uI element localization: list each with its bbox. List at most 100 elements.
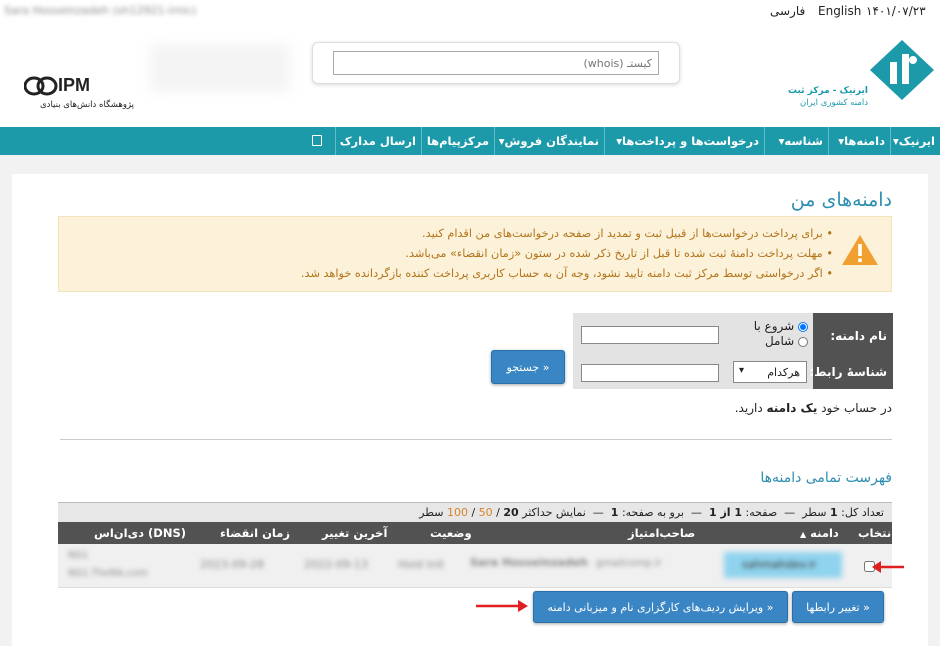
pager-size-label: نمایش حداکثر: [522, 506, 586, 519]
pager-goto-label: برو به صفحه:: [621, 506, 684, 519]
starts-with-radio[interactable]: [798, 321, 808, 332]
irnic-logo-icon: [870, 40, 934, 100]
top-bar: Sara Hosseinzadeh (sh12921-irnic) فارسی …: [0, 0, 940, 24]
ipm-mark-icon: [24, 76, 58, 96]
account-summary: در حساب خود یک دامنه دارید.: [500, 401, 892, 415]
irnic-title: ایرنیک - مرکز ثبت: [787, 86, 868, 96]
ipm-logo-text: IPM: [58, 75, 91, 95]
contains-label: شامل: [764, 334, 795, 348]
row-status: Hold Init: [398, 558, 445, 571]
arrow-left-icon: [872, 561, 904, 573]
col-domain[interactable]: ▲ دامنه: [800, 526, 839, 540]
col-status: وضعیت: [430, 526, 472, 540]
ipm-caption: پژوهشگاه دانش‌های بنیادی: [40, 100, 134, 110]
notice-text: مهلت پرداخت دامنهٔ ثبت شده تا قبل از تار…: [405, 247, 823, 260]
row-expire: 2023-09-28: [200, 558, 264, 571]
row-last-change: 2022-09-13: [304, 558, 368, 571]
pager-total: 1: [829, 506, 838, 519]
cart-icon[interactable]: [312, 135, 322, 146]
warning-icon: [842, 235, 878, 265]
notice-item: • برای پرداخت درخواست‌ها از قبیل ثبت و ت…: [422, 227, 833, 240]
header: IPM پژوهشگاه دانش‌های بنیادی ایرنیک - مر…: [0, 24, 940, 127]
lang-fa-link[interactable]: فارسی: [770, 4, 805, 18]
contact-type-value: هرکدام: [767, 366, 800, 379]
nav-label: مرکزپیام‌ها: [426, 134, 489, 148]
col-holder: صاحب‌امتیاز: [628, 526, 696, 540]
col-expire: زمان انقضاء: [220, 526, 290, 540]
notice-text: اگر درخواستی توسط مرکز ثبت دامنه تایید ن…: [300, 267, 823, 280]
nav-label: دامنه‌ها: [844, 134, 885, 148]
col-select: انتخاب: [858, 526, 896, 540]
contains-option[interactable]: شامل: [730, 334, 808, 349]
nav-contact-id[interactable]: شناسه▾: [764, 127, 828, 155]
starts-with-option[interactable]: شروع با: [730, 319, 808, 334]
irnic-subtitle: دامنه کشوری ایران: [799, 98, 868, 108]
nav-label: شناسه: [784, 134, 823, 148]
starts-with-label: شروع با: [753, 319, 795, 333]
main-nav: ایرنیک▾ دامنه‌ها▾ شناسه▾ درخواست‌ها و پر…: [0, 127, 940, 155]
account-summary-count: یک دامنه: [766, 401, 818, 415]
notice-item: • اگر درخواستی توسط مرکز ثبت دامنه تایید…: [300, 267, 833, 280]
contains-radio[interactable]: [798, 336, 808, 347]
chevron-down-icon: ▾: [739, 365, 745, 376]
domain-list-title: فهرست تمامی دامنه‌ها: [760, 470, 892, 486]
contact-id-input[interactable]: [581, 364, 719, 382]
notice-box: • برای پرداخت درخواست‌ها از قبیل ثبت و ت…: [58, 216, 892, 292]
divider: [60, 439, 892, 440]
domain-name-input[interactable]: [581, 326, 719, 344]
page-title: دامنه‌های من: [790, 189, 892, 211]
user-info: Sara Hosseinzadeh (sh12921-irnic): [4, 4, 197, 17]
row-dns-2: NS1.TheRA.com: [68, 568, 148, 579]
domain-name-label: نام دامنه:: [830, 329, 887, 343]
pager-page: 1 از 1: [708, 506, 743, 519]
nav-label: درخواست‌ها و پرداخت‌ها: [622, 134, 759, 148]
account-summary-prefix: در حساب خود: [821, 401, 892, 415]
lang-en-link[interactable]: English: [818, 4, 861, 18]
contact-type-select[interactable]: هرکدام ▾: [733, 361, 807, 383]
nav-domains[interactable]: دامنه‌ها▾: [828, 127, 890, 155]
col-last-change: آخرین تغییر: [322, 526, 388, 540]
notice-item: • مهلت پرداخت دامنهٔ ثبت شده تا قبل از ت…: [405, 247, 833, 260]
row-dns-1: NS1: [68, 550, 89, 561]
change-contacts-button[interactable]: تغییر رابطها »: [792, 591, 884, 623]
notice-text: برای پرداخت درخواست‌ها از قبیل ثبت و تمد…: [422, 227, 823, 240]
arrow-right-icon: [476, 600, 528, 612]
row-holder-sub: gmailcomp.ir: [596, 558, 662, 569]
pager-size-50[interactable]: 50: [479, 506, 493, 519]
whois-search-input[interactable]: [333, 51, 659, 75]
nav-requests-payments[interactable]: درخواست‌ها و پرداخت‌ها▾: [604, 127, 764, 155]
row-holder: Sara Hosseinzadeh: [470, 556, 588, 569]
col-dns: دی‌ان‌اس (DNS): [94, 526, 186, 540]
nav-resellers[interactable]: نمایندگان فروش▾: [494, 127, 604, 155]
pager-size-20[interactable]: 20: [503, 506, 518, 519]
date-text: ۱۴۰۱/۰۷/۲۳: [866, 4, 926, 18]
pager-goto-input[interactable]: 1: [611, 506, 619, 519]
search-labels: نام دامنه: شناسهٔ رابط:: [809, 313, 893, 389]
search-box: [312, 42, 680, 84]
match-options: شروع با شامل: [730, 319, 808, 349]
nav-send-documents[interactable]: ارسال مدارک: [335, 127, 421, 155]
irnic-logo[interactable]: ایرنیک - مرکز ثبت دامنه کشوری ایران: [787, 38, 936, 118]
nav-message-center[interactable]: مرکزپیام‌ها: [421, 127, 494, 155]
sort-arrow-icon: ▲: [800, 530, 807, 539]
nav-irnic[interactable]: ایرنیک▾: [890, 127, 940, 155]
edit-nameserver-rows-button[interactable]: ویرایش ردیف‌های کارگزاری نام و میزبانی د…: [533, 591, 788, 623]
table-row[interactable]: sahmahdev.ir Sara Hosseinzadeh gmailcomp…: [58, 544, 892, 588]
pager-page-label: صفحه:: [745, 506, 778, 519]
contact-id-label: شناسهٔ رابط:: [809, 365, 887, 379]
search-button[interactable]: جستجو »: [491, 350, 565, 384]
notice-list: • برای پرداخت درخواست‌ها از قبیل ثبت و ت…: [113, 224, 833, 284]
account-summary-suffix: دارید.: [734, 401, 763, 415]
pager-bar: تعداد کل: 1 سطر — صفحه: 1 از 1 — برو به …: [58, 502, 892, 522]
pager-size-100[interactable]: 100: [447, 506, 468, 519]
ipm-logo[interactable]: IPM پژوهشگاه دانش‌های بنیادی: [24, 75, 134, 116]
pager-total-suffix: سطر: [802, 506, 827, 519]
table-header: انتخاب ▲ دامنه صاحب‌امتیاز وضعیت آخرین ت…: [58, 522, 896, 544]
blurred-banner: [150, 44, 290, 92]
nav-label: ایرنیک: [898, 134, 935, 148]
col-domain-label: دامنه: [810, 526, 839, 540]
nav-label: ارسال مدارک: [339, 134, 416, 148]
row-domain[interactable]: sahmahdev.ir: [742, 558, 816, 571]
pager-total-label: تعداد کل:: [841, 506, 884, 519]
pager-size-suffix: سطر: [419, 506, 444, 519]
